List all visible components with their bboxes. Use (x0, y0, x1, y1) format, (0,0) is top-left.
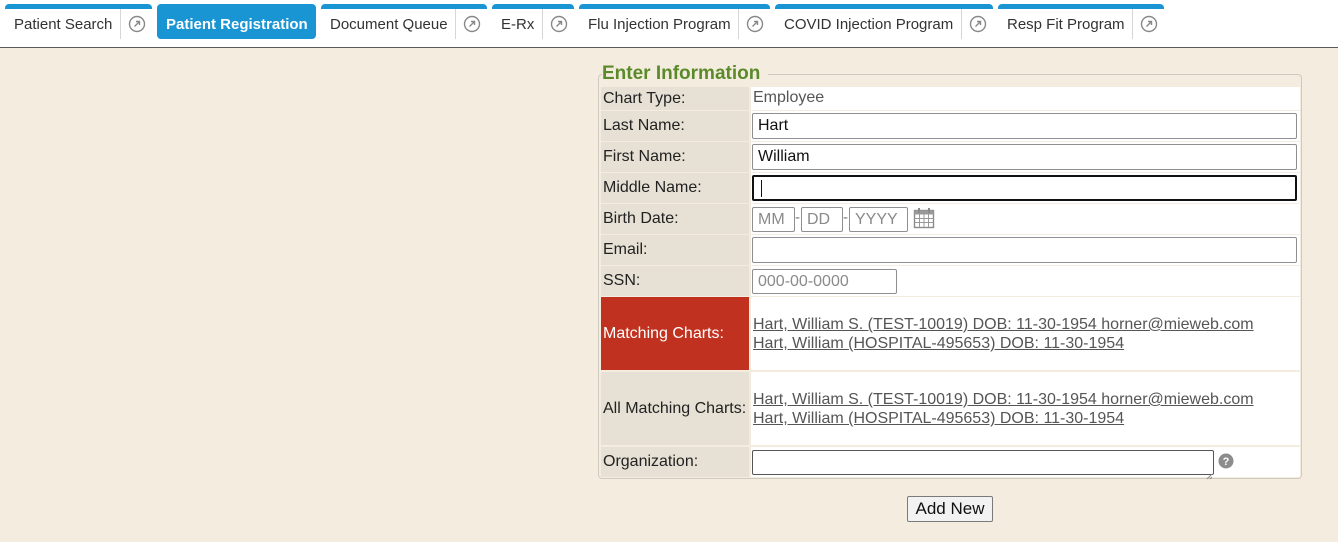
matching-chart-link[interactable]: Hart, William (HOSPITAL-495653) DOB: 11-… (753, 334, 1254, 353)
tab-patient-registration[interactable]: Patient Registration (157, 4, 316, 39)
panel-title: Enter Information (602, 63, 769, 85)
matching-charts-cell: Hart, William S. (TEST-10019) DOB: 11-30… (751, 297, 1300, 370)
ssn-cell: 000-00-0000 (751, 266, 1300, 296)
popout-icon[interactable] (542, 9, 574, 39)
ssn-input[interactable]: 000-00-0000 (752, 269, 897, 294)
birth-month-input[interactable]: MM (752, 207, 795, 232)
chart-type-label: Chart Type: (601, 87, 749, 110)
first-name-cell: William (751, 142, 1300, 172)
resize-handle-icon[interactable] (1206, 467, 1213, 485)
text-cursor (761, 179, 762, 197)
chart-type-cell: Employee (751, 87, 1300, 110)
last-name-label: Last Name: (601, 111, 749, 141)
tab-label: Flu Injection Program (588, 15, 731, 33)
tab-label: Patient Search (14, 15, 113, 33)
matching-charts-label: Matching Charts: (601, 297, 749, 370)
first-name-label: First Name: (601, 142, 749, 172)
tab-label: E-Rx (501, 15, 535, 33)
last-name-row: Last Name: Hart (601, 111, 1300, 141)
all-matching-charts-label: All Matching Charts: (601, 372, 749, 445)
organization-label: Organization: (601, 447, 749, 477)
first-name-row: First Name: William (601, 142, 1300, 172)
chart-type-row: Chart Type: Employee (601, 87, 1300, 110)
birth-date-row: Birth Date: MM - DD - YYYY (601, 204, 1300, 234)
matching-chart-link[interactable]: Hart, William S. (TEST-10019) DOB: 11-30… (753, 315, 1254, 334)
email-label: Email: (601, 235, 749, 265)
popout-icon[interactable] (120, 9, 152, 39)
ssn-label: SSN: (601, 266, 749, 296)
tab-label: Document Queue (330, 15, 448, 33)
last-name-input[interactable]: Hart (752, 113, 1297, 139)
middle-name-row: Middle Name: (601, 173, 1300, 203)
tab-patient-search[interactable]: Patient Search (5, 4, 152, 39)
tab-covid-injection-program[interactable]: COVID Injection Program (775, 4, 993, 39)
tab-bar: Patient Search Patient Registration Docu… (0, 0, 1338, 48)
tab-label: COVID Injection Program (784, 15, 954, 33)
date-separator: - (795, 209, 800, 226)
help-icon[interactable]: ? (1218, 453, 1234, 474)
all-matching-chart-link[interactable]: Hart, William S. (TEST-10019) DOB: 11-30… (753, 390, 1254, 409)
birth-date-label: Birth Date: (601, 204, 749, 234)
all-matching-chart-link[interactable]: Hart, William (HOSPITAL-495653) DOB: 11-… (753, 409, 1254, 428)
ssn-row: SSN: 000-00-0000 (601, 266, 1300, 296)
chart-type-value: Employee (753, 89, 825, 106)
all-matching-charts-cell: Hart, William S. (TEST-10019) DOB: 11-30… (751, 372, 1300, 445)
tab-resp-fit-program[interactable]: Resp Fit Program (998, 4, 1164, 39)
organization-cell: ? (751, 447, 1300, 480)
matching-charts-row: Matching Charts: Hart, William S. (TEST-… (601, 297, 1300, 370)
popout-icon[interactable] (738, 9, 770, 39)
all-matching-charts-row: All Matching Charts: Hart, William S. (T… (601, 372, 1300, 445)
tab-document-queue[interactable]: Document Queue (321, 4, 487, 39)
last-name-cell: Hart (751, 111, 1300, 141)
middle-name-input[interactable] (752, 175, 1297, 201)
date-separator: - (843, 209, 848, 226)
popout-icon[interactable] (455, 9, 487, 39)
email-input[interactable] (752, 237, 1297, 263)
birth-date-cell: MM - DD - YYYY (751, 204, 1300, 234)
svg-text:?: ? (1223, 456, 1230, 468)
email-row: Email: (601, 235, 1300, 265)
calendar-icon[interactable] (913, 207, 935, 234)
tab-label: Resp Fit Program (1007, 15, 1125, 33)
popout-icon[interactable] (961, 9, 993, 39)
email-cell (751, 235, 1300, 265)
tab-flu-injection-program[interactable]: Flu Injection Program (579, 4, 770, 39)
birth-year-input[interactable]: YYYY (849, 207, 908, 232)
tab-label: Patient Registration (166, 15, 308, 33)
birth-day-input[interactable]: DD (801, 207, 843, 232)
add-new-button[interactable]: Add New (907, 496, 993, 522)
middle-name-label: Middle Name: (601, 173, 749, 203)
tab-e-rx[interactable]: E-Rx (492, 4, 574, 39)
popout-icon[interactable] (1132, 9, 1164, 39)
organization-row: Organization: ? (601, 447, 1300, 480)
middle-name-cell (751, 173, 1300, 203)
organization-input[interactable] (752, 450, 1214, 475)
first-name-input[interactable]: William (752, 144, 1297, 170)
